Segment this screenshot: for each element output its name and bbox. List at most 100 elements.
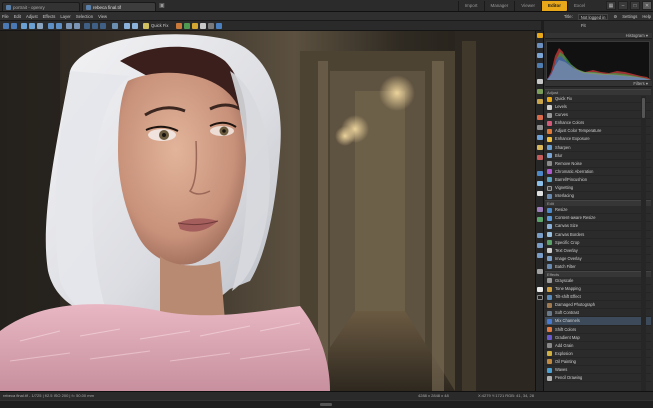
filter-item[interactable]: Canvas Size: [545, 222, 651, 231]
filter-item[interactable]: Waves: [545, 366, 651, 375]
filter-item[interactable]: Canvas Borders: [545, 231, 651, 239]
settings-link[interactable]: Settings: [622, 13, 637, 20]
magic-wand-icon[interactable]: [537, 99, 543, 104]
background-color-icon[interactable]: [537, 295, 543, 300]
exposure-icon[interactable]: [192, 23, 198, 29]
mode-excel[interactable]: Excel: [566, 1, 591, 11]
minimize-icon[interactable]: –: [618, 1, 628, 10]
zoom-out-icon[interactable]: [92, 23, 98, 29]
redo-icon[interactable]: [56, 23, 62, 29]
filter-item[interactable]: Gradient Map: [545, 334, 651, 342]
filter-item[interactable]: Text Overlay: [545, 247, 651, 255]
mode-editor[interactable]: Editor: [540, 1, 567, 11]
filter-item[interactable]: Chromatic Aberration: [545, 168, 651, 176]
filter-item-selected[interactable]: Mix Channels: [545, 317, 651, 326]
filter-item[interactable]: Grayscale: [545, 277, 651, 286]
filter-item[interactable]: Specific Crop: [545, 239, 651, 247]
resize-handle[interactable]: [320, 403, 332, 406]
eraser-icon[interactable]: [537, 125, 543, 130]
levels-icon[interactable]: [200, 23, 206, 29]
fill-icon[interactable]: [537, 181, 543, 186]
fullscreen-icon[interactable]: [112, 23, 118, 29]
shape-icon[interactable]: [537, 207, 543, 212]
filter-item[interactable]: Sharpen: [545, 144, 651, 152]
crop-tool-icon[interactable]: [537, 217, 543, 222]
filter-item[interactable]: Soft Contrast: [545, 309, 651, 318]
heal-icon[interactable]: [537, 145, 543, 150]
brush-icon[interactable]: [537, 115, 543, 120]
info-icon[interactable]: [537, 43, 543, 48]
login-dropdown[interactable]: Not logged in: [577, 13, 609, 20]
new-tab-icon[interactable]: ▣: [158, 3, 166, 10]
histogram-header[interactable]: Histogram ▾: [545, 33, 652, 39]
filter-item[interactable]: Tone Mapping: [545, 285, 651, 294]
menu-adjust[interactable]: Adjust: [26, 13, 38, 20]
select-icon[interactable]: [537, 79, 543, 84]
pan-icon[interactable]: [537, 243, 543, 248]
filter-item[interactable]: Enhance Colors: [545, 119, 651, 128]
filter-item[interactable]: Explosion: [545, 350, 651, 358]
quick-fix-button[interactable]: Quick Fix: [151, 22, 168, 30]
histogram-icon[interactable]: [537, 53, 543, 58]
resize-icon[interactable]: [216, 23, 222, 29]
filter-item[interactable]: Quick Fix: [545, 95, 651, 104]
filter-item[interactable]: Curves: [545, 111, 651, 120]
menu-selection[interactable]: Selection: [76, 13, 93, 20]
layout-icon[interactable]: ▦: [606, 1, 616, 10]
filter-item[interactable]: Content-aware Resize: [545, 214, 651, 223]
lasso-icon[interactable]: [537, 89, 543, 94]
rotate-right-icon[interactable]: [74, 23, 80, 29]
crop-icon[interactable]: [176, 23, 182, 29]
move-icon[interactable]: [537, 233, 543, 238]
text-icon[interactable]: [208, 23, 214, 29]
filter-item[interactable]: Interlacing: [545, 192, 651, 201]
menu-view[interactable]: View: [98, 13, 107, 20]
gradient-icon[interactable]: [537, 171, 543, 176]
filter-item[interactable]: Blur: [545, 152, 651, 160]
gear-icon[interactable]: ⚙: [613, 13, 617, 20]
filter-item[interactable]: Vignetting: [545, 184, 651, 193]
mode-viewer[interactable]: Viewer: [514, 1, 541, 11]
layers-icon[interactable]: [537, 63, 543, 68]
menu-edit[interactable]: Edit: [14, 13, 21, 20]
mode-manager[interactable]: Manager: [483, 1, 515, 11]
close-icon[interactable]: ✕: [642, 1, 652, 10]
filter-item[interactable]: Add Grain: [545, 342, 651, 350]
filter-item[interactable]: Barrel/Pincushion: [545, 176, 651, 185]
star-icon[interactable]: [537, 33, 543, 38]
panel-scrollbar[interactable]: [641, 96, 646, 391]
menu-file[interactable]: File: [2, 13, 9, 20]
compare-icon[interactable]: [124, 23, 130, 29]
mode-import[interactable]: Import: [457, 1, 484, 11]
filmstrip-toggle[interactable]: [0, 400, 653, 408]
clone-icon[interactable]: [537, 135, 543, 140]
help-link[interactable]: Help: [642, 13, 651, 20]
maximize-icon[interactable]: □: [630, 1, 640, 10]
rotate-left-icon[interactable]: [66, 23, 72, 29]
filter-item[interactable]: Image Overlay: [545, 255, 651, 263]
fit-icon[interactable]: [100, 23, 106, 29]
filter-item[interactable]: Oil Painting: [545, 358, 651, 366]
save-icon[interactable]: [29, 23, 35, 29]
filter-item[interactable]: Batch Filter: [545, 263, 651, 271]
filters-header[interactable]: Filters ▾: [545, 81, 652, 87]
wand-icon[interactable]: [143, 23, 149, 29]
filter-item[interactable]: Resize: [545, 206, 651, 215]
split-view-icon[interactable]: [132, 23, 138, 29]
zoom-tool-icon[interactable]: [537, 253, 543, 258]
filter-item[interactable]: Damaged Photograph: [545, 301, 651, 310]
menu-layer[interactable]: Layer: [60, 13, 70, 20]
open-icon[interactable]: [21, 23, 27, 29]
filter-item[interactable]: Enhance Exposure: [545, 135, 651, 144]
zoom-in-icon[interactable]: [84, 23, 90, 29]
eyedropper-icon[interactable]: [537, 269, 543, 274]
text-tool-icon[interactable]: [537, 191, 543, 196]
back-icon[interactable]: [3, 23, 9, 29]
filter-item[interactable]: Adjust Color Temperature: [545, 127, 651, 136]
tab-rebeca-final[interactable]: rebeca final.tif: [82, 2, 156, 11]
menu-effects[interactable]: Effects: [43, 13, 56, 20]
filter-item[interactable]: Shift Colors: [545, 326, 651, 334]
image-canvas[interactable]: [0, 31, 535, 391]
color-icon[interactable]: [184, 23, 190, 29]
scroll-thumb[interactable]: [642, 98, 645, 118]
